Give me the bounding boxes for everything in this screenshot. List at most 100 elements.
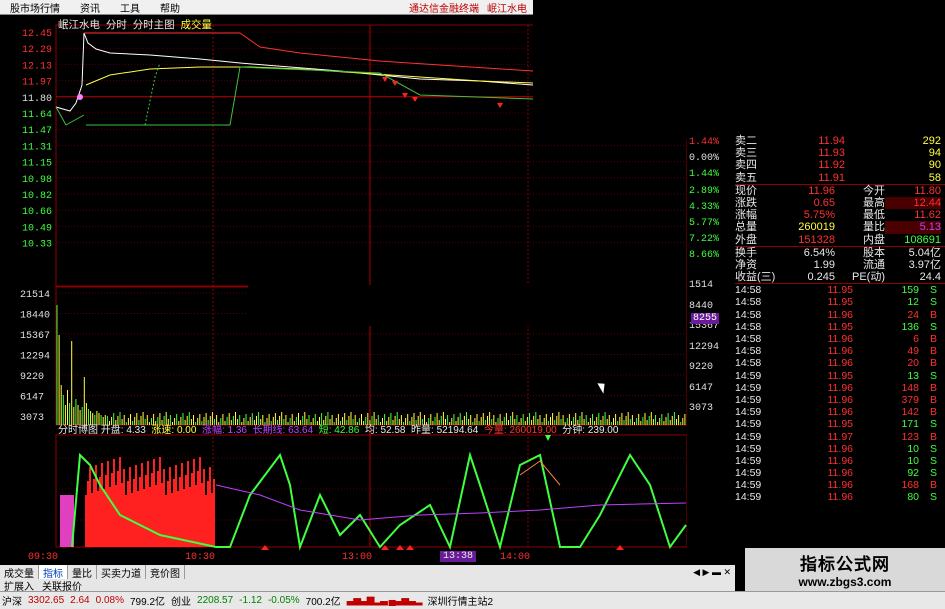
chart-mode-intraday[interactable]: 分时: [106, 19, 127, 31]
menu-item-help[interactable]: 帮助: [150, 0, 190, 15]
pct-tick-label: 4.33%: [689, 201, 720, 213]
stats-row: 净资 1.99 流通 3.97亿: [735, 259, 945, 271]
ask-row[interactable]: 卖二 11.94 292: [735, 135, 945, 147]
trade-list[interactable]: 14:58 11.95 159 S 14:58 11.95 12 S 14:58 11.96 24 B…: [735, 283, 945, 503]
stat-label: 涨幅: [735, 209, 757, 222]
stat-value: 0.245: [807, 271, 835, 284]
stat-label: 外盘: [735, 233, 757, 246]
stat-value: 12.44: [885, 196, 941, 210]
trade-row[interactable]: 14:58 11.95 12 S: [735, 296, 945, 308]
menu-stock-name: 岷江水电: [487, 3, 527, 15]
trade-row[interactable]: 14:58 11.96 6 B: [735, 333, 945, 345]
chart-mode-main[interactable]: 分时主图: [133, 19, 175, 31]
trade-side: B: [929, 393, 937, 406]
status-market-bars-icon: ▃▅▃▆▂▃ ▄▃▅▃▂: [346, 595, 423, 606]
ask-row[interactable]: 卖五 11.91 58: [735, 172, 945, 184]
trade-price: 11.96: [827, 308, 854, 321]
trade-row[interactable]: 14:59 11.96 379 B: [735, 394, 945, 406]
price-lines: [55, 32, 534, 126]
menu-item-tools[interactable]: 工具: [110, 0, 150, 15]
time-label-0930: 09:30: [28, 552, 59, 563]
trade-time: 14:58: [735, 320, 762, 333]
trade-price: 11.96: [827, 479, 854, 492]
trade-side: S: [929, 320, 937, 333]
buy-marker-icon: [77, 94, 83, 100]
volume-tick-label: 3073: [20, 413, 44, 424]
ask-row[interactable]: 卖四 11.92 90: [735, 159, 945, 171]
trade-volume: 10: [907, 442, 919, 455]
trade-volume: 379: [901, 393, 919, 406]
stat-label: 现价: [735, 184, 757, 197]
ask-price: 11.92: [818, 159, 845, 172]
tab-nav-arrows[interactable]: ◀ ▶ ▬ ✕: [693, 567, 735, 578]
time-label-cursor: 13:38: [440, 551, 477, 562]
trade-row[interactable]: 14:58 11.96 20 B: [735, 357, 945, 369]
trade-row[interactable]: 14:59 11.96 168 B: [735, 479, 945, 491]
trade-side: S: [929, 296, 937, 309]
trade-price: 11.95: [827, 369, 854, 382]
pct-tick-label: 5.77%: [689, 218, 720, 229]
menu-item-market[interactable]: 股市场行情: [0, 0, 70, 15]
trade-side: B: [929, 479, 937, 492]
trade-side: S: [929, 467, 937, 480]
trade-row[interactable]: 14:59 11.95 13 S: [735, 370, 945, 382]
menu-bar: 股市场行情 资讯 工具 帮助 通达信金融终端 岷江水电: [0, 0, 533, 15]
pct-tick-label: 1.44%: [689, 137, 720, 148]
stat-label: 净资: [735, 258, 757, 271]
trade-row[interactable]: 14:59 11.95 171 S: [735, 418, 945, 430]
status-idx1-name[interactable]: 沪深: [2, 593, 22, 608]
status-idx2-name[interactable]: 创业: [171, 593, 191, 608]
ind-avg-label: 均:: [364, 425, 378, 436]
price-tick-label: 11.97: [22, 78, 52, 89]
price-tick-label: 11.31: [22, 142, 52, 153]
tab-buy-sell-force[interactable]: 买卖力道: [97, 564, 146, 580]
trade-row[interactable]: 14:59 11.96 10 S: [735, 455, 945, 467]
price-tick-label: 11.64: [22, 110, 52, 121]
trade-side: B: [929, 333, 937, 345]
tab-auction[interactable]: 竞价图: [146, 564, 185, 580]
trade-row[interactable]: 14:59 11.96 148 B: [735, 382, 945, 394]
trade-volume: 92: [907, 467, 919, 480]
menu-item-news[interactable]: 资讯: [70, 0, 110, 15]
stat-value: 5.75%: [803, 209, 835, 222]
status-idx1-pct: 0.08%: [95, 595, 124, 606]
trade-row[interactable]: 14:58 11.96 49 B: [735, 345, 945, 357]
trade-row[interactable]: 14:58 11.95 136 S: [735, 321, 945, 333]
ind-open-label: 开盘:: [100, 425, 124, 436]
trade-row[interactable]: 14:59 11.96 92 S: [735, 467, 945, 479]
trade-time: 14:59: [735, 454, 762, 467]
ind-long-value: 63.64: [288, 425, 314, 436]
trade-row[interactable]: 14:59 11.97 123 B: [735, 431, 945, 443]
ind-amt-value: 260019.00: [509, 425, 557, 436]
trade-side: B: [929, 381, 937, 394]
ask-label: 卖五: [735, 171, 757, 184]
trade-side: B: [929, 345, 937, 358]
occlusion-box-volume: [248, 285, 686, 326]
stat-label: 涨跌: [735, 196, 757, 209]
trade-row[interactable]: 14:58 11.96 24 B: [735, 309, 945, 321]
stat-value: 108691: [904, 233, 941, 246]
trade-row[interactable]: 14:58 11.95 159 S: [735, 284, 945, 296]
price-tick-label: 12.13: [22, 61, 52, 72]
intraday-chart-area[interactable]: 12.45 12.29 12.13 11.97 11.80 11.64 11.47 11.31…: [0, 0, 715, 565]
stat-value: 260019: [798, 221, 835, 234]
watermark-logo: 指标公式网 www.zbgs3.com: [745, 548, 945, 591]
chart-stock-name: 岷江水电: [58, 19, 100, 31]
volume-tick-label: 21514: [20, 290, 50, 301]
trade-time: 14:58: [735, 296, 762, 309]
status-server[interactable]: 深圳行情主站2: [427, 593, 493, 608]
trade-row[interactable]: 14:59 11.96 142 B: [735, 406, 945, 418]
status-idx2-value: 2208.57: [197, 595, 234, 606]
status-idx2-pct: -0.05%: [267, 595, 300, 606]
indicator-title[interactable]: 分时博图: [58, 425, 98, 436]
trade-row[interactable]: 14:59 11.96 80 S: [735, 491, 945, 503]
trade-side: S: [929, 442, 937, 455]
ask-label: 卖二: [735, 135, 757, 147]
time-label-1030: 10:30: [185, 552, 216, 563]
trade-row[interactable]: 14:59 11.96 10 S: [735, 443, 945, 455]
chart-indicator-name[interactable]: 成交量: [181, 19, 213, 31]
indicator-header: 分时博图 开盘: 4.33 涨速: 0.00 涨幅: 1.36 长期线: 63.…: [58, 421, 618, 436]
volume-tick-label: 15367: [20, 331, 50, 342]
trade-volume: 159: [901, 284, 919, 297]
ask-row[interactable]: 卖三 11.93 94: [735, 147, 945, 159]
